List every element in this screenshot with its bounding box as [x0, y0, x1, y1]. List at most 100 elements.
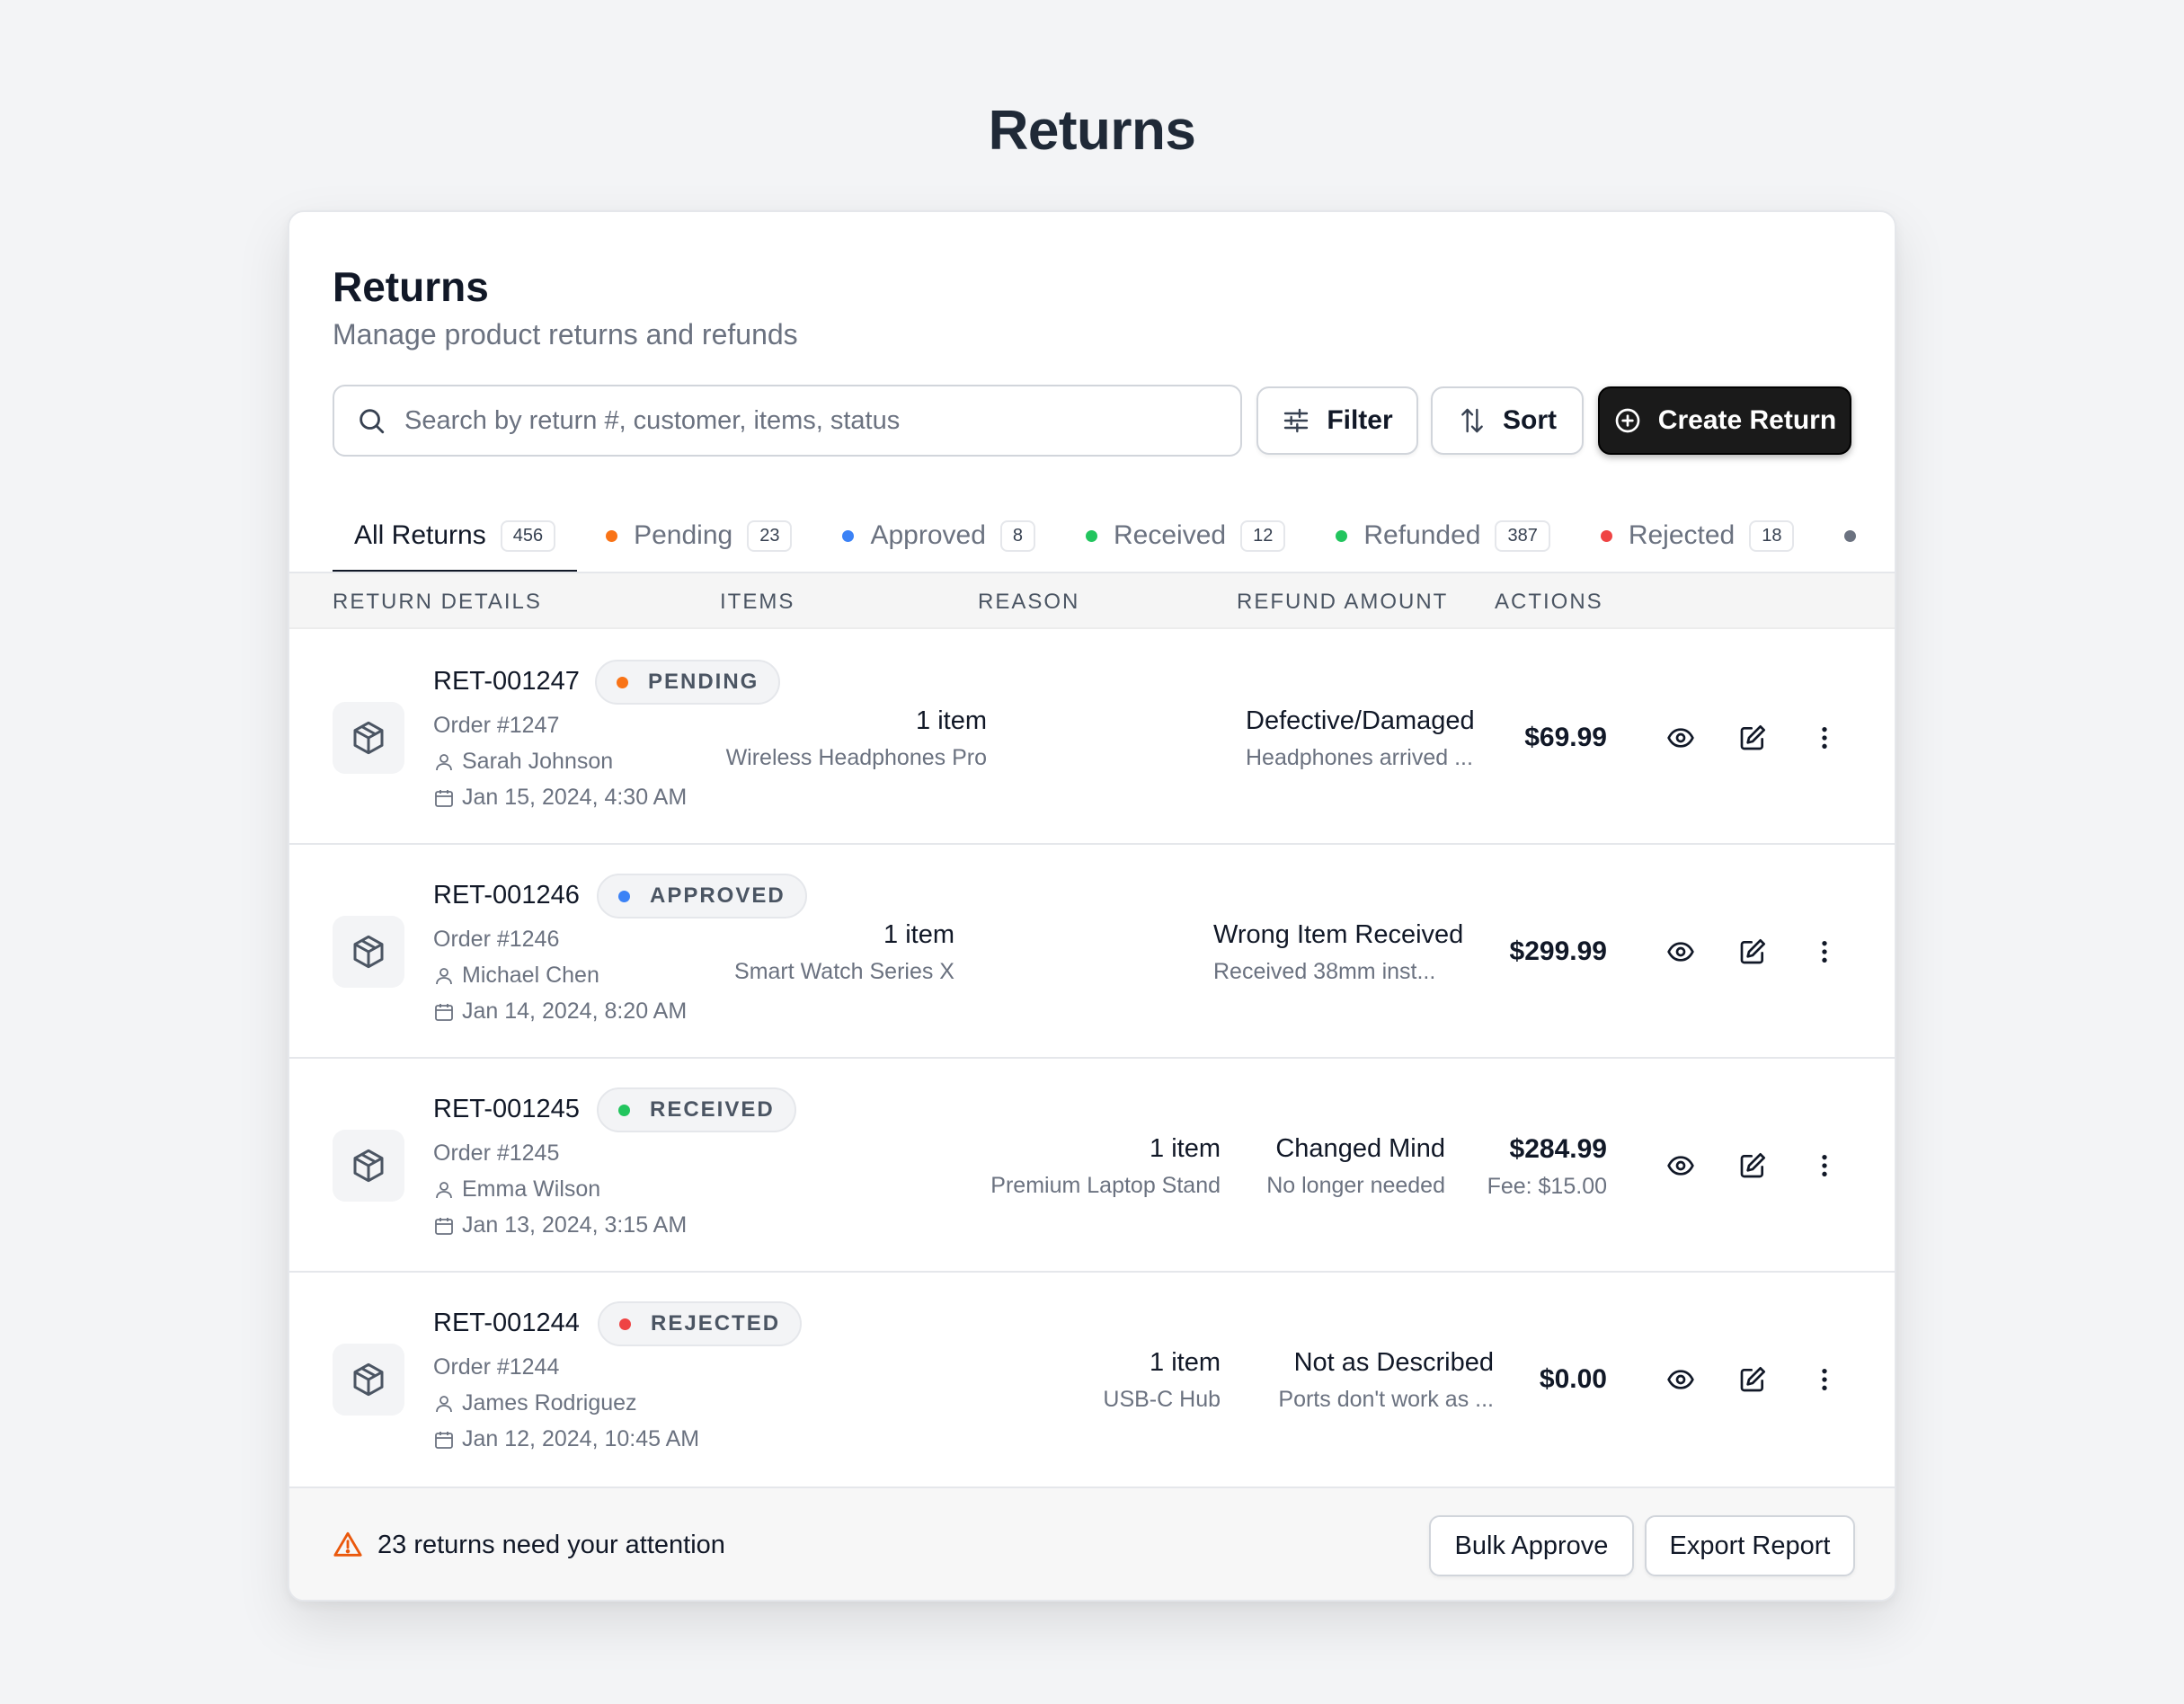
search-box[interactable]: [333, 385, 1242, 457]
calendar-icon: [435, 1431, 453, 1449]
table-row[interactable]: RET-001245 RECEIVED Order #1245 Emma Wil…: [289, 1059, 1895, 1273]
edit-icon: [1740, 1153, 1765, 1178]
tab-received[interactable]: Received 12: [1064, 498, 1307, 573]
view-button[interactable]: [1663, 934, 1699, 970]
item-name: Smart Watch Series X: [734, 959, 954, 984]
sort-label: Sort: [1503, 405, 1557, 435]
col-items: ITEMS: [720, 590, 795, 614]
order-number: Order #1244: [433, 1354, 560, 1380]
items-cell: 1 item Smart Watch Series X: [734, 920, 954, 985]
order-number: Order #1247: [433, 713, 560, 738]
items-count: 1 item: [916, 706, 987, 735]
tab-all-returns[interactable]: All Returns 456: [333, 498, 578, 573]
return-date: Jan 15, 2024, 4:30 AM: [433, 785, 687, 811]
table-row[interactable]: RET-001246 APPROVED Order #1246 Michael …: [289, 845, 1895, 1059]
date-text: Jan 13, 2024, 3:15 AM: [462, 1212, 688, 1238]
return-id[interactable]: RET-001244: [433, 1309, 580, 1338]
customer: James Rodriguez: [433, 1390, 637, 1416]
date-text: Jan 15, 2024, 4:30 AM: [462, 785, 688, 810]
reason-cell: Wrong Item Received Received 38mm inst..…: [1213, 920, 1463, 985]
items-cell: 1 item USB-C Hub: [1103, 1348, 1221, 1413]
more-button[interactable]: [1807, 934, 1842, 970]
tab-label: Approved: [870, 520, 986, 550]
col-actions: ACTIONS: [1495, 590, 1603, 614]
status-badge: PENDING: [595, 660, 781, 705]
status-badge: REJECTED: [598, 1301, 803, 1346]
view-button[interactable]: [1663, 720, 1699, 756]
item-name: Wireless Headphones Pro: [725, 745, 987, 770]
more-button[interactable]: [1807, 1148, 1842, 1184]
edit-button[interactable]: [1735, 934, 1771, 970]
table-row[interactable]: RET-001247 PENDING Order #1247 Sarah Joh…: [289, 631, 1895, 845]
tab-approved[interactable]: Approved 8: [821, 498, 1057, 573]
user-icon: [436, 1395, 452, 1412]
col-refund-amount: REFUND AMOUNT: [1237, 590, 1449, 614]
refund-amount: $299.99: [1509, 936, 1607, 966]
view-button[interactable]: [1663, 1148, 1699, 1184]
refund-amount: $284.99: [1509, 1134, 1607, 1164]
reason-title: Not as Described: [1293, 1348, 1494, 1377]
col-return-details: RETURN DETAILS: [333, 590, 542, 614]
col-reason: REASON: [978, 590, 1080, 614]
status-dot: [617, 676, 628, 688]
reason-detail: Ports don't work as ...: [1278, 1387, 1494, 1412]
edit-button[interactable]: [1735, 720, 1771, 756]
bulk-approve-button[interactable]: Bulk Approve: [1429, 1515, 1634, 1576]
filter-button[interactable]: Filter: [1256, 386, 1418, 455]
more-button[interactable]: [1807, 720, 1842, 756]
tab-rejected[interactable]: Rejected 18: [1579, 498, 1816, 573]
tab-count: 23: [747, 519, 793, 552]
return-date: Jan 12, 2024, 10:45 AM: [433, 1426, 699, 1452]
calendar-icon: [435, 1217, 453, 1235]
refund-amount: $69.99: [1524, 723, 1607, 752]
tab-label: All Returns: [354, 520, 486, 550]
customer: Emma Wilson: [433, 1176, 600, 1203]
search-input[interactable]: [404, 405, 1240, 436]
return-id[interactable]: RET-001246: [433, 881, 580, 910]
reason-cell: Not as Described Ports don't work as ...: [1278, 1348, 1494, 1413]
customer: Michael Chen: [433, 963, 599, 989]
eye-icon: [1667, 1156, 1694, 1176]
tab-refunded[interactable]: Refunded 387: [1314, 498, 1571, 573]
tab-pending[interactable]: Pending 23: [584, 498, 813, 573]
create-return-button[interactable]: Create Return: [1598, 386, 1851, 455]
items-count: 1 item: [1150, 1134, 1221, 1163]
package-icon: [333, 916, 404, 988]
status-label: REJECTED: [651, 1311, 781, 1336]
card-footer: 23 returns need your attention Bulk Appr…: [289, 1487, 1895, 1600]
tab-label: Refunded: [1363, 520, 1481, 550]
export-report-button[interactable]: Export Report: [1645, 1515, 1855, 1576]
card-subtitle: Manage product returns and refunds: [333, 318, 798, 351]
search-icon: [360, 409, 385, 434]
tab-more[interactable]: [1823, 498, 1857, 573]
return-id[interactable]: RET-001247: [433, 667, 580, 697]
more-vertical-icon: [1822, 1155, 1827, 1176]
item-name: USB-C Hub: [1103, 1387, 1221, 1412]
edit-icon: [1740, 939, 1765, 964]
package-icon: [333, 1130, 404, 1202]
items-cell: 1 item Premium Laptop Stand: [990, 1134, 1221, 1199]
refund-amount: $0.00: [1539, 1364, 1607, 1394]
items-count: 1 item: [1150, 1348, 1221, 1377]
return-id[interactable]: RET-001245: [433, 1095, 580, 1124]
calendar-icon: [435, 789, 453, 807]
more-button[interactable]: [1807, 1362, 1842, 1398]
sort-button[interactable]: Sort: [1431, 386, 1584, 455]
edit-button[interactable]: [1735, 1148, 1771, 1184]
status-badge: RECEIVED: [597, 1087, 796, 1132]
create-return-label: Create Return: [1657, 405, 1837, 435]
tab-count: 456: [500, 519, 556, 552]
view-button[interactable]: [1663, 1362, 1699, 1398]
items-count: 1 item: [883, 920, 954, 949]
reason-title: Wrong Item Received: [1213, 920, 1464, 949]
amount-cell: $69.99: [1524, 723, 1607, 753]
customer-name: James Rodriguez: [462, 1390, 637, 1416]
table-row[interactable]: RET-001244 REJECTED Order #1244 James Ro…: [289, 1273, 1895, 1487]
edit-button[interactable]: [1735, 1362, 1771, 1398]
amount-cell: $299.99: [1510, 936, 1607, 967]
status-tabs: All Returns 456 Pending 23 Approved 8 Re…: [333, 498, 1863, 573]
date-text: Jan 14, 2024, 8:20 AM: [462, 998, 688, 1024]
edit-icon: [1740, 1367, 1765, 1392]
card-title: Returns: [333, 263, 489, 310]
status-label: PENDING: [648, 670, 759, 694]
